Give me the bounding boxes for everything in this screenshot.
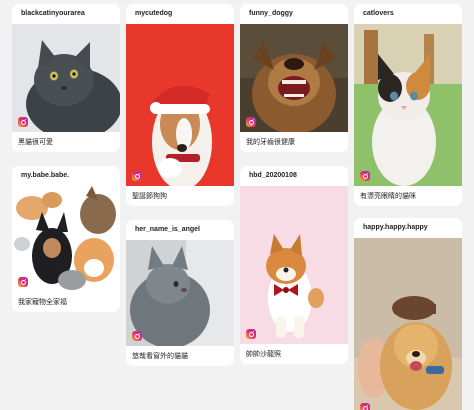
post-username[interactable]: funny_doggy	[240, 4, 348, 24]
post-caption: 帥帥沙龍照	[246, 350, 281, 358]
post-caption: 我的牙齒很健康	[246, 138, 295, 146]
post-username[interactable]: her_name_is_angel	[126, 220, 234, 240]
pets-family-photo[interactable]	[12, 186, 120, 292]
post-caption: 有漂亮眼睛的貓咪	[360, 192, 416, 200]
instagram-icon[interactable]	[360, 171, 370, 181]
post-caption: 聖誕節狗狗	[132, 192, 167, 200]
instagram-icon[interactable]	[18, 277, 28, 287]
barking-dog-photo[interactable]	[240, 24, 348, 132]
post-card-happy-happy-happy[interactable]: happy.happy.happy	[354, 218, 462, 410]
instagram-icon[interactable]	[360, 403, 370, 410]
post-card-funny-doggy[interactable]: funny_doggy 我的牙齒很健康	[240, 4, 348, 152]
post-caption: 黑貓很可愛	[18, 138, 53, 146]
post-username[interactable]: blackcatinyourarea	[12, 4, 120, 24]
post-username[interactable]: hbd_20200108	[240, 166, 348, 186]
post-card-mycutedog[interactable]: mycutedog 聖誕節狗狗	[126, 4, 234, 206]
instagram-icon[interactable]	[246, 117, 256, 127]
gray-cat-photo[interactable]	[12, 24, 120, 132]
post-username[interactable]: my.babe.babe.	[12, 166, 120, 186]
post-card-my-babe-babe[interactable]: my.babe.babe. 我家寵物全家福	[12, 166, 120, 312]
post-username[interactable]: mycutedog	[126, 4, 234, 24]
instagram-icon[interactable]	[132, 331, 142, 341]
instagram-icon[interactable]	[132, 171, 142, 181]
post-username[interactable]: happy.happy.happy	[354, 218, 462, 238]
post-card-her-name-is-angel[interactable]: her_name_is_angel 悠哉看窗外的貓貓	[126, 220, 234, 366]
shiba-inu-photo[interactable]	[240, 186, 348, 344]
instagram-icon[interactable]	[246, 329, 256, 339]
santa-hat-dog-photo[interactable]	[126, 24, 234, 186]
post-username[interactable]: catlovers	[354, 4, 462, 24]
post-card-catlovers[interactable]: catlovers 有漂亮眼睛的貓咪	[354, 4, 462, 206]
cat-window-photo[interactable]	[126, 240, 234, 346]
post-card-blackcatinyourarea[interactable]: blackcatinyourarea 黑貓很可愛	[12, 4, 120, 152]
instagram-icon[interactable]	[18, 117, 28, 127]
calico-cat-photo[interactable]	[354, 24, 462, 186]
post-caption: 我家寵物全家福	[18, 298, 67, 306]
post-card-hbd-20200108[interactable]: hbd_20200108 帥帥沙龍照	[240, 166, 348, 364]
post-caption: 悠哉看窗外的貓貓	[132, 352, 188, 360]
golden-retriever-photo[interactable]	[354, 238, 462, 410]
